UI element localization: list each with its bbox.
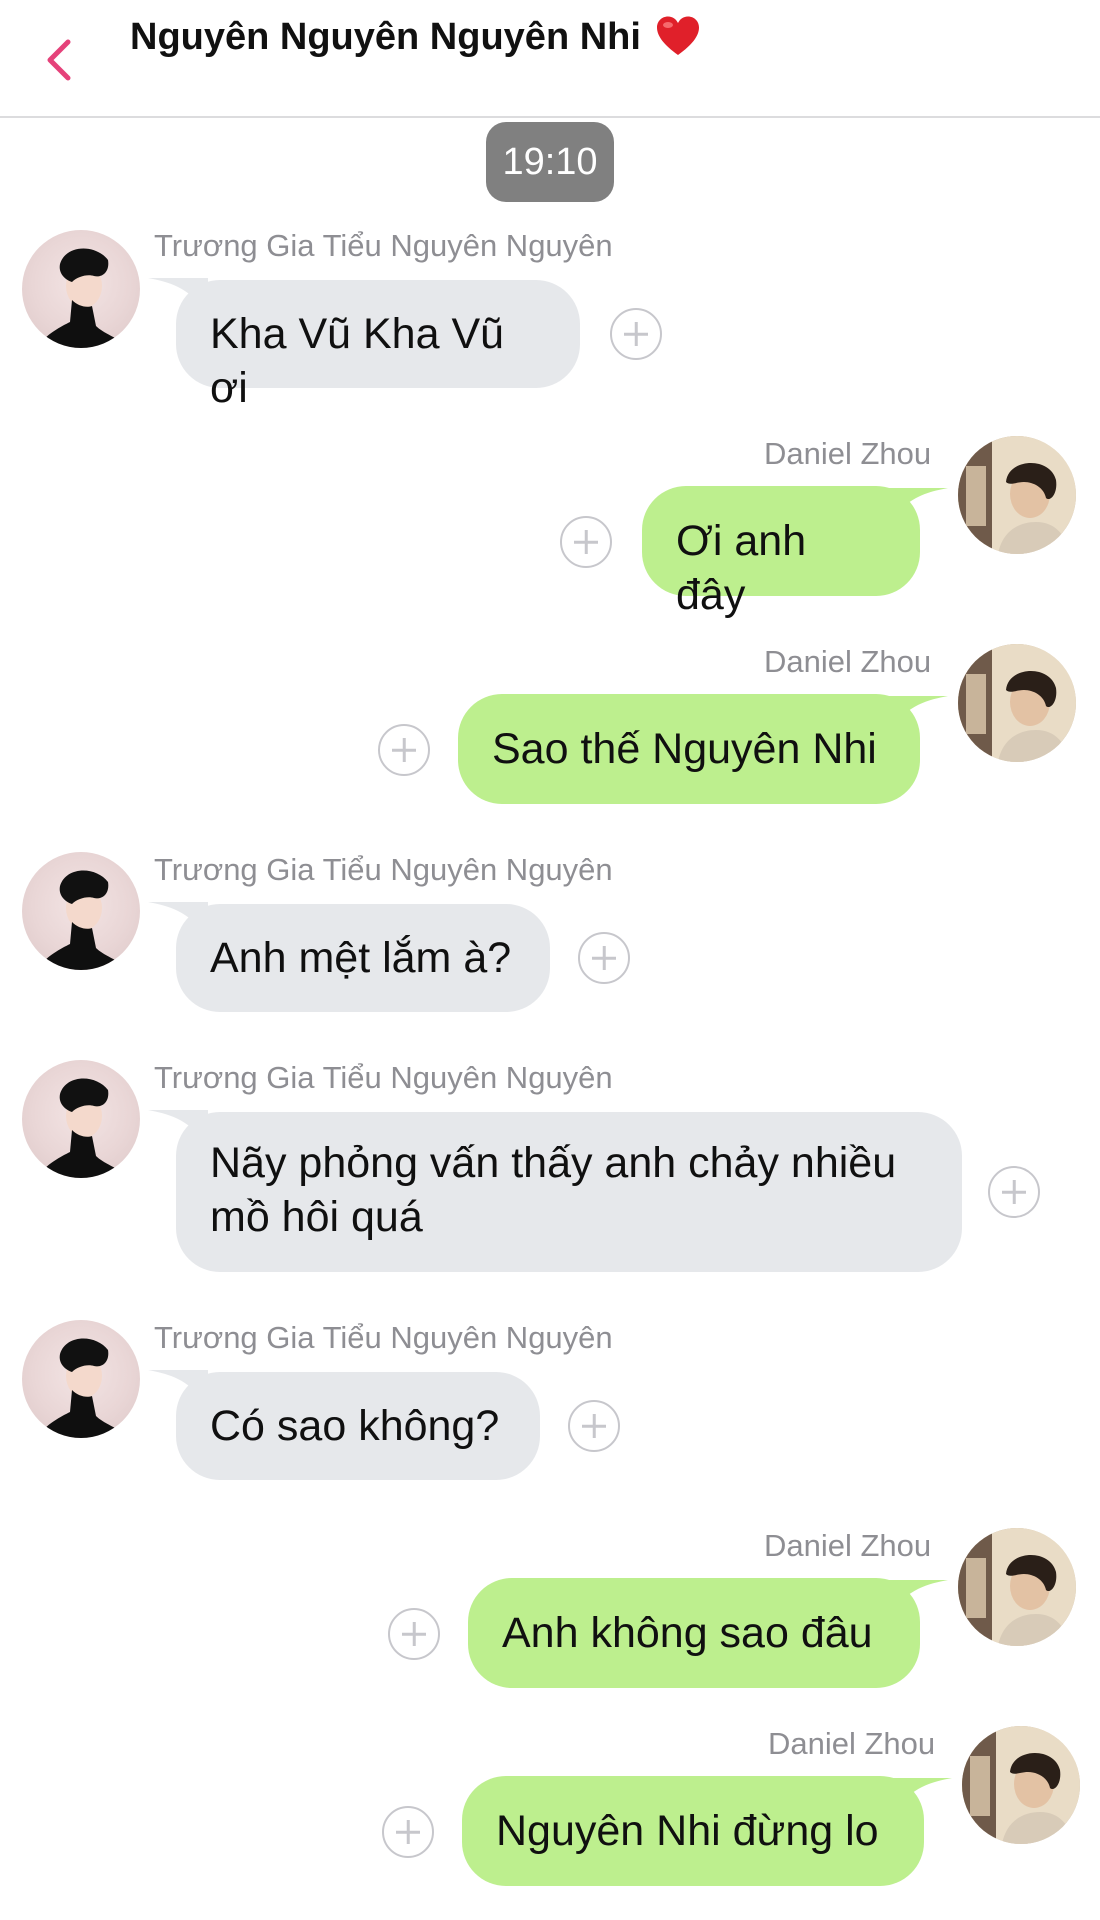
add-reaction-button[interactable] (378, 724, 430, 776)
chevron-left-icon (47, 39, 71, 81)
contact-photo (36, 870, 132, 970)
sender-name: Trương Gia Tiểu Nguyên Nguyên (154, 1320, 613, 1355)
message-bubble[interactable]: Ơi anh đây (642, 486, 920, 619)
sender-name: Daniel Zhou (764, 644, 932, 679)
chat-title-text: Nguyên Nguyên Nguyên Nhi (130, 15, 641, 58)
contact-photo (36, 248, 132, 348)
message-bubble[interactable]: Anh không sao đâu (468, 1578, 920, 1688)
avatar[interactable] (958, 644, 1076, 762)
avatar[interactable] (962, 1726, 1080, 1844)
avatar[interactable] (22, 230, 140, 348)
avatar[interactable] (22, 852, 140, 970)
avatar[interactable] (22, 1320, 140, 1438)
avatar[interactable] (958, 436, 1076, 554)
contact-photo (958, 1528, 1076, 1646)
add-reaction-button[interactable] (560, 516, 612, 568)
contact-photo (958, 644, 1076, 762)
contact-photo (36, 1078, 132, 1178)
add-reaction-button[interactable] (988, 1166, 1040, 1218)
message-bubble[interactable]: Sao thế Nguyên Nhi (458, 694, 920, 804)
contact-photo (958, 436, 1076, 554)
message-bubble[interactable]: Kha Vũ Kha Vũ ơi (176, 280, 580, 412)
message-bubble[interactable]: Có sao không? (176, 1372, 540, 1480)
sender-name: Trương Gia Tiểu Nguyên Nguyên (154, 228, 613, 263)
heart-icon (655, 14, 701, 60)
sender-name: Daniel Zhou (764, 436, 932, 471)
add-reaction-button[interactable] (382, 1806, 434, 1858)
message-bubble[interactable]: Anh mệt lắm à? (176, 904, 550, 1012)
timestamp-pill: 19:10 (486, 122, 614, 202)
sender-name: Daniel Zhou (764, 1528, 932, 1563)
chat-title: Nguyên Nguyên Nguyên Nhi (130, 14, 701, 60)
message-bubble[interactable]: Nguyên Nhi đừng lo (462, 1776, 924, 1886)
add-reaction-button[interactable] (578, 932, 630, 984)
sender-name: Daniel Zhou (768, 1726, 936, 1761)
add-reaction-button[interactable] (610, 308, 662, 360)
message-bubble[interactable]: Nãy phỏng vấn thấy anh chảy nhiều mồ hôi… (176, 1112, 962, 1272)
chat-header: Nguyên Nguyên Nguyên Nhi (0, 0, 1100, 118)
back-button[interactable] (40, 36, 80, 84)
contact-photo (962, 1726, 1080, 1844)
sender-name: Trương Gia Tiểu Nguyên Nguyên (154, 852, 613, 887)
add-reaction-button[interactable] (388, 1608, 440, 1660)
avatar[interactable] (22, 1060, 140, 1178)
add-reaction-button[interactable] (568, 1400, 620, 1452)
contact-photo (36, 1338, 132, 1438)
avatar[interactable] (958, 1528, 1076, 1646)
sender-name: Trương Gia Tiểu Nguyên Nguyên (154, 1060, 613, 1095)
